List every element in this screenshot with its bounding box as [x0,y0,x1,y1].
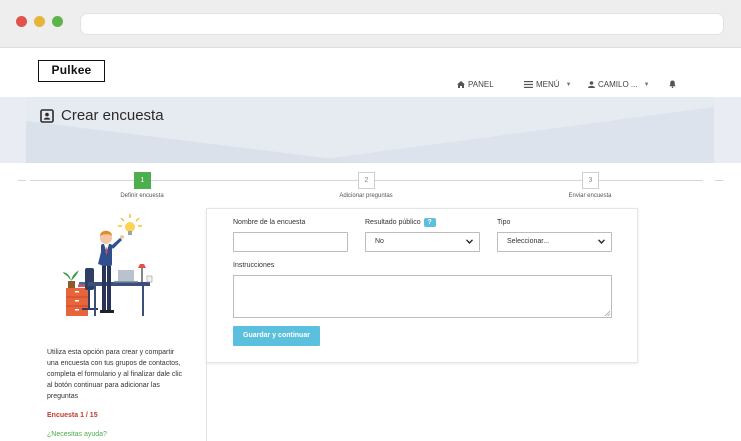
step-1-indicator[interactable]: 1 [134,172,151,189]
chevron-down-icon: ▼ [565,81,572,88]
survey-name-input[interactable] [233,232,348,252]
banner-right-edge [714,97,741,163]
save-continue-button[interactable]: Guardar y continuar [233,326,320,346]
step-2-indicator[interactable]: 2 [358,172,375,189]
type-select[interactable]: Seleccionar... [497,232,612,252]
survey-name-label: Nombre de la encuesta [233,219,306,226]
chevron-down-icon [598,239,605,244]
home-icon [457,81,465,88]
public-result-label: Resultado público ? [365,218,436,227]
notifications-button[interactable] [669,80,676,88]
instructions-textarea[interactable] [233,275,612,318]
page-title-text: Crear encuesta [61,107,164,124]
top-navbar: Pulkee PANEL MENÚ ▼ CAMILO ... ▼ [26,49,714,97]
survey-count: Encuesta 1 / 15 [47,412,98,419]
list-icon [524,81,533,88]
nav-menu[interactable]: MENÚ ▼ [524,80,572,89]
type-value: Seleccionar... [507,238,550,245]
step-2-label: Adicionar preguntas [339,193,393,199]
resize-handle-icon[interactable] [604,310,610,316]
office-worker-illustration [63,214,153,316]
step-1-label: Definir encuesta [120,193,164,199]
public-result-value: No [375,238,384,245]
window-minimize-button[interactable] [34,16,45,27]
instructions-description: Utiliza esta opción para crear y compart… [47,349,182,400]
stepper-line [715,180,723,181]
banner-left-edge [0,97,26,163]
lightbulb-icon [118,214,142,235]
help-link[interactable]: ¿Necesitas ayuda? [47,431,107,438]
nav-user[interactable]: CAMILO ... ▼ [588,80,650,89]
stepper-line [18,180,26,181]
step-3-label: Enviar encuesta [568,193,612,199]
window-maximize-button[interactable] [52,16,63,27]
logo[interactable]: Pulkee [38,60,105,82]
step-3-indicator[interactable]: 3 [582,172,599,189]
user-icon [588,81,595,88]
address-book-icon [40,108,54,123]
chevron-down-icon: ▼ [643,81,650,88]
bell-icon [669,80,676,88]
nav-panel[interactable]: PANEL [457,80,494,89]
public-result-select[interactable]: No [365,232,480,252]
nav-menu-label: MENÚ [536,80,560,89]
nav-user-label: CAMILO ... [598,80,638,89]
column-divider [206,362,207,441]
public-result-label-text: Resultado público [365,219,421,226]
browser-chrome [0,0,741,48]
type-label: Tipo [497,219,511,226]
address-bar[interactable] [80,13,724,35]
page-header-banner: Crear encuesta [26,97,714,163]
info-icon[interactable]: ? [423,218,436,227]
nav-panel-label: PANEL [468,80,494,89]
banner-decoration [26,121,366,163]
instructions-label: Instrucciones [233,262,275,269]
chevron-down-icon [466,239,473,244]
window-close-button[interactable] [16,16,27,27]
page-title: Crear encuesta [40,107,164,124]
